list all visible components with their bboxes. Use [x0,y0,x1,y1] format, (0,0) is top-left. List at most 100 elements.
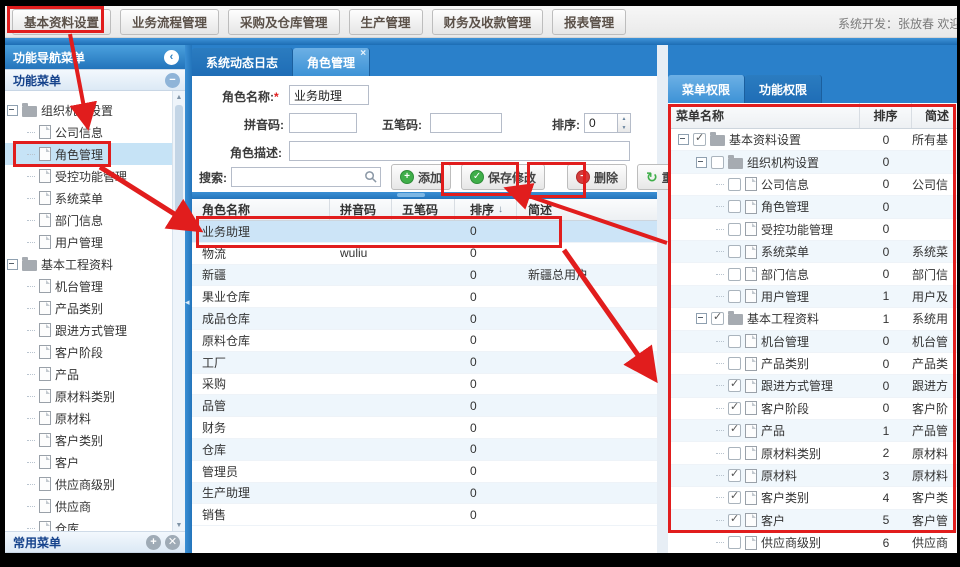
scrollbar-thumb[interactable] [175,105,183,225]
tab-角色管理[interactable]: 角色管理× [293,48,370,76]
stepper-up-icon[interactable]: ▲ [618,114,630,123]
permission-checkbox[interactable] [728,469,741,482]
role-row[interactable]: 物流wuliu0 [192,243,657,265]
permission-checkbox[interactable] [728,424,741,437]
wubi-input[interactable] [430,113,502,133]
permission-row[interactable]: 角色管理0 [668,196,957,218]
role-desc-input[interactable] [289,141,630,161]
permission-row[interactable]: 基本工程资料1系统用 [668,308,957,330]
permission-checkbox[interactable] [728,200,741,213]
splitter-handle[interactable] [397,193,425,197]
column-header[interactable]: 拼音码 [330,199,392,220]
sidebar-splitter[interactable]: ◂ [185,45,192,553]
role-row[interactable]: 工厂0 [192,352,657,374]
delete-button[interactable]: −删除 [567,164,627,190]
permission-row[interactable]: 产品1产品管 [668,420,957,442]
sort-stepper[interactable]: ▲ ▼ [618,113,631,133]
permission-checkbox[interactable] [728,379,741,392]
pinyin-input[interactable] [289,113,357,133]
stepper-down-icon[interactable]: ▼ [618,123,630,132]
sidebar-item-leaf[interactable]: 部门信息 [5,209,185,231]
expand-toggle-icon[interactable] [696,313,707,324]
scroll-down-icon[interactable]: ▼ [176,519,183,531]
role-row[interactable]: 成品仓库0 [192,308,657,330]
expand-toggle-icon[interactable] [7,105,18,116]
column-header[interactable]: 简述 [912,103,957,128]
sidebar-item-leaf[interactable]: 产品类别 [5,297,185,319]
sidebar-item-leaf[interactable]: 跟进方式管理 [5,319,185,341]
permission-checkbox[interactable] [728,402,741,415]
favorites-bar[interactable]: 常用菜单 + ✕ [5,531,185,553]
expand-toggle-icon[interactable] [678,134,689,145]
permission-row[interactable]: 原材料类别2原材料 [668,442,957,464]
favorites-close-icon[interactable]: ✕ [165,535,180,550]
sidebar-item-leaf[interactable]: 供应商 [5,495,185,517]
permission-checkbox[interactable] [728,268,741,281]
sidebar-item-group[interactable]: 组织机构设置 [5,99,185,121]
top-menu-button[interactable]: 业务流程管理 [120,9,219,35]
add-button[interactable]: +添加 [391,164,451,190]
sort-input[interactable] [584,113,618,133]
role-row[interactable]: 原料仓库0 [192,330,657,352]
splitter-collapse-icon[interactable]: ◂ [185,297,190,308]
role-row[interactable]: 业务助理0 [192,221,657,243]
column-header[interactable]: 菜单名称 [668,103,860,128]
search-input[interactable] [231,167,381,187]
column-header[interactable]: 简述 [517,199,657,220]
role-row[interactable]: 果业仓库0 [192,286,657,308]
sidebar-item-leaf[interactable]: 用户管理 [5,231,185,253]
permission-checkbox[interactable] [728,178,741,191]
column-header[interactable]: 角色名称 [192,199,330,220]
top-menu-button[interactable]: 基本资料设置 [12,9,111,35]
role-row[interactable]: 生产助理0 [192,483,657,505]
permission-row[interactable]: 机台管理0机台管 [668,331,957,353]
sidebar-item-leaf[interactable]: 角色管理 [5,143,185,165]
permission-checkbox[interactable] [711,156,724,169]
sidebar-item-leaf[interactable]: 客户 [5,451,185,473]
permission-checkbox[interactable] [728,223,741,236]
scroll-up-icon[interactable]: ▲ [176,91,183,103]
permission-checkbox[interactable] [728,335,741,348]
column-header[interactable]: 排序 [860,103,912,128]
expand-toggle-icon[interactable] [696,157,707,168]
sidebar-item-leaf[interactable]: 供应商级别 [5,473,185,495]
top-menu-button[interactable]: 报表管理 [552,9,626,35]
top-menu-button[interactable]: 财务及收款管理 [432,9,544,35]
column-header[interactable]: 五笔码 [392,199,455,220]
permission-row[interactable]: 用户管理1用户及 [668,286,957,308]
sidebar-item-leaf[interactable]: 受控功能管理 [5,165,185,187]
sidebar-item-leaf[interactable]: 机台管理 [5,275,185,297]
permission-row[interactable]: 公司信息0公司信 [668,174,957,196]
permission-row[interactable]: 受控功能管理0 [668,219,957,241]
permission-row[interactable]: 客户5客户管 [668,510,957,532]
sidebar-item-leaf[interactable]: 原材料 [5,407,185,429]
sidebar-item-leaf[interactable]: 系统菜单 [5,187,185,209]
sidebar-section-header[interactable]: 功能菜单 − [5,69,185,91]
expand-toggle-icon[interactable] [7,259,18,270]
horizontal-splitter[interactable] [192,192,657,199]
role-row[interactable]: 仓库0 [192,439,657,461]
permission-row[interactable]: 客户类别4客户类 [668,487,957,509]
permission-row[interactable]: 跟进方式管理0跟进方 [668,375,957,397]
tab-功能权限[interactable]: 功能权限 [745,75,822,103]
sidebar-item-leaf[interactable]: 原材料类别 [5,385,185,407]
permission-row[interactable]: 原材料3原材料 [668,465,957,487]
top-menu-button[interactable]: 生产管理 [349,9,423,35]
role-row[interactable]: 财务0 [192,417,657,439]
role-row[interactable]: 销售0 [192,504,657,526]
role-row[interactable]: 管理员0 [192,461,657,483]
permission-checkbox[interactable] [728,357,741,370]
role-row[interactable]: 采购0 [192,374,657,396]
permission-checkbox[interactable] [711,312,724,325]
permission-checkbox[interactable] [728,245,741,258]
sidebar-scrollbar[interactable]: ▲ ▼ [172,91,185,531]
permission-row[interactable]: 产品类别0产品类 [668,353,957,375]
sidebar-item-leaf[interactable]: 客户阶段 [5,341,185,363]
permission-row[interactable]: 基本资料设置0所有基 [668,129,957,151]
permission-checkbox[interactable] [693,133,706,146]
permission-row[interactable]: 客户阶段0客户阶 [668,398,957,420]
favorites-add-icon[interactable]: + [146,535,161,550]
role-row[interactable]: 品管0 [192,395,657,417]
permission-checkbox[interactable] [728,514,741,527]
collapse-sidebar-icon[interactable]: ‹ [164,50,179,65]
